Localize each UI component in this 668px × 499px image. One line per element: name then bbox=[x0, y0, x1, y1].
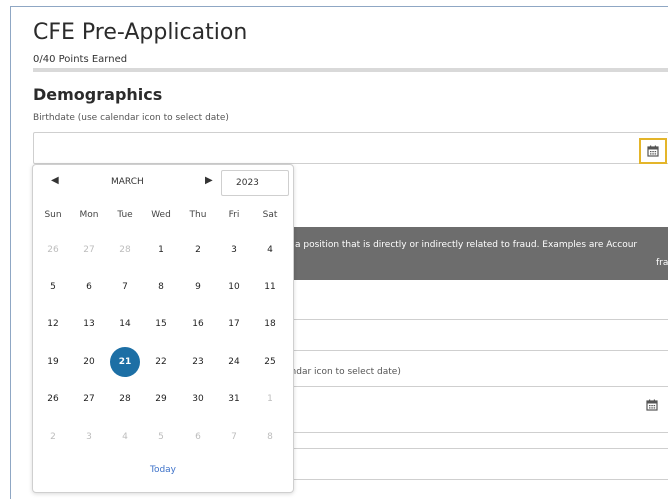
calendar-day[interactable]: 22 bbox=[146, 347, 176, 377]
calendar-day[interactable]: 9 bbox=[183, 272, 213, 302]
points-earned: 0/40 Points Earned bbox=[33, 54, 128, 65]
weekday-label: Tue bbox=[117, 210, 133, 220]
calendar-day[interactable]: 5 bbox=[38, 272, 68, 302]
calendar-day[interactable]: 19 bbox=[38, 347, 68, 377]
calendar-day[interactable]: 17 bbox=[219, 309, 249, 339]
calendar-button[interactable] bbox=[639, 138, 667, 164]
weekday-label: Thu bbox=[189, 210, 207, 220]
weekday-label: Fri bbox=[228, 210, 240, 220]
date-hint-label: endar icon to select date) bbox=[285, 367, 401, 377]
calendar-day[interactable]: 4 bbox=[110, 422, 140, 452]
calendar-day[interactable]: 16 bbox=[183, 309, 213, 339]
progress-bar bbox=[33, 68, 668, 72]
month-label: MARCH bbox=[111, 177, 144, 187]
banner-text: a position that is directly or indirectl… bbox=[295, 240, 638, 250]
date-picker: ◀ MARCH ▶ 2023 Today Sun Mon Tue Wed Thu Fri S… bbox=[32, 164, 294, 493]
calendar-day[interactable]: 1 bbox=[255, 384, 285, 414]
calendar-day[interactable]: 20 bbox=[74, 347, 104, 377]
birthdate-label: Birthdate (use calendar icon to select d… bbox=[33, 113, 229, 123]
calendar-icon bbox=[646, 399, 658, 411]
calendar-button-2[interactable] bbox=[646, 396, 658, 415]
calendar-day[interactable]: 6 bbox=[74, 272, 104, 302]
calendar-day[interactable]: 8 bbox=[146, 272, 176, 302]
birthdate-input[interactable] bbox=[33, 132, 668, 164]
calendar-day[interactable]: 7 bbox=[219, 422, 249, 452]
today-button[interactable]: Today bbox=[33, 465, 293, 475]
calendar-day[interactable]: 13 bbox=[74, 309, 104, 339]
weekday-label: Mon bbox=[79, 210, 99, 220]
calendar-day[interactable]: 10 bbox=[219, 272, 249, 302]
year-input[interactable]: 2023 bbox=[221, 170, 289, 196]
calendar-day[interactable]: 11 bbox=[255, 272, 285, 302]
weekday-label: Sun bbox=[44, 210, 62, 220]
weekday-label: Sat bbox=[262, 210, 278, 220]
banner-text-cont: fra bbox=[656, 258, 668, 268]
calendar-day[interactable]: 3 bbox=[219, 235, 249, 265]
weekday-label: Wed bbox=[151, 210, 171, 220]
calendar-day[interactable]: 31 bbox=[219, 384, 249, 414]
calendar-day[interactable]: 28 bbox=[110, 384, 140, 414]
calendar-day[interactable]: 26 bbox=[38, 384, 68, 414]
prev-month-button[interactable]: ◀ bbox=[51, 175, 59, 186]
calendar-day[interactable]: 5 bbox=[146, 422, 176, 452]
calendar-day[interactable]: 24 bbox=[219, 347, 249, 377]
calendar-day[interactable]: 1 bbox=[146, 235, 176, 265]
calendar-day[interactable]: 18 bbox=[255, 309, 285, 339]
calendar-day[interactable]: 6 bbox=[183, 422, 213, 452]
calendar-day[interactable]: 7 bbox=[110, 272, 140, 302]
calendar-day[interactable]: 14 bbox=[110, 309, 140, 339]
calendar-day[interactable]: 8 bbox=[255, 422, 285, 452]
calendar-day[interactable]: 3 bbox=[74, 422, 104, 452]
calendar-day[interactable]: 25 bbox=[255, 347, 285, 377]
calendar-day[interactable]: 29 bbox=[146, 384, 176, 414]
page-title: CFE Pre-Application bbox=[33, 20, 248, 45]
info-banner: a position that is directly or indirectl… bbox=[285, 227, 668, 280]
calendar-day[interactable]: 26 bbox=[38, 235, 68, 265]
calendar-day[interactable]: 15 bbox=[146, 309, 176, 339]
calendar-day[interactable]: 4 bbox=[255, 235, 285, 265]
calendar-day[interactable]: 2 bbox=[38, 422, 68, 452]
calendar-day[interactable]: 30 bbox=[183, 384, 213, 414]
section-title: Demographics bbox=[33, 85, 163, 104]
calendar-day[interactable]: 2 bbox=[183, 235, 213, 265]
next-month-button[interactable]: ▶ bbox=[205, 175, 213, 186]
calendar-day[interactable]: 27 bbox=[74, 384, 104, 414]
calendar-icon bbox=[647, 145, 659, 157]
calendar-day[interactable]: 23 bbox=[183, 347, 213, 377]
calendar-day[interactable]: 21 bbox=[110, 347, 140, 377]
calendar-day[interactable]: 28 bbox=[110, 235, 140, 265]
calendar-day[interactable]: 27 bbox=[74, 235, 104, 265]
calendar-day[interactable]: 12 bbox=[38, 309, 68, 339]
